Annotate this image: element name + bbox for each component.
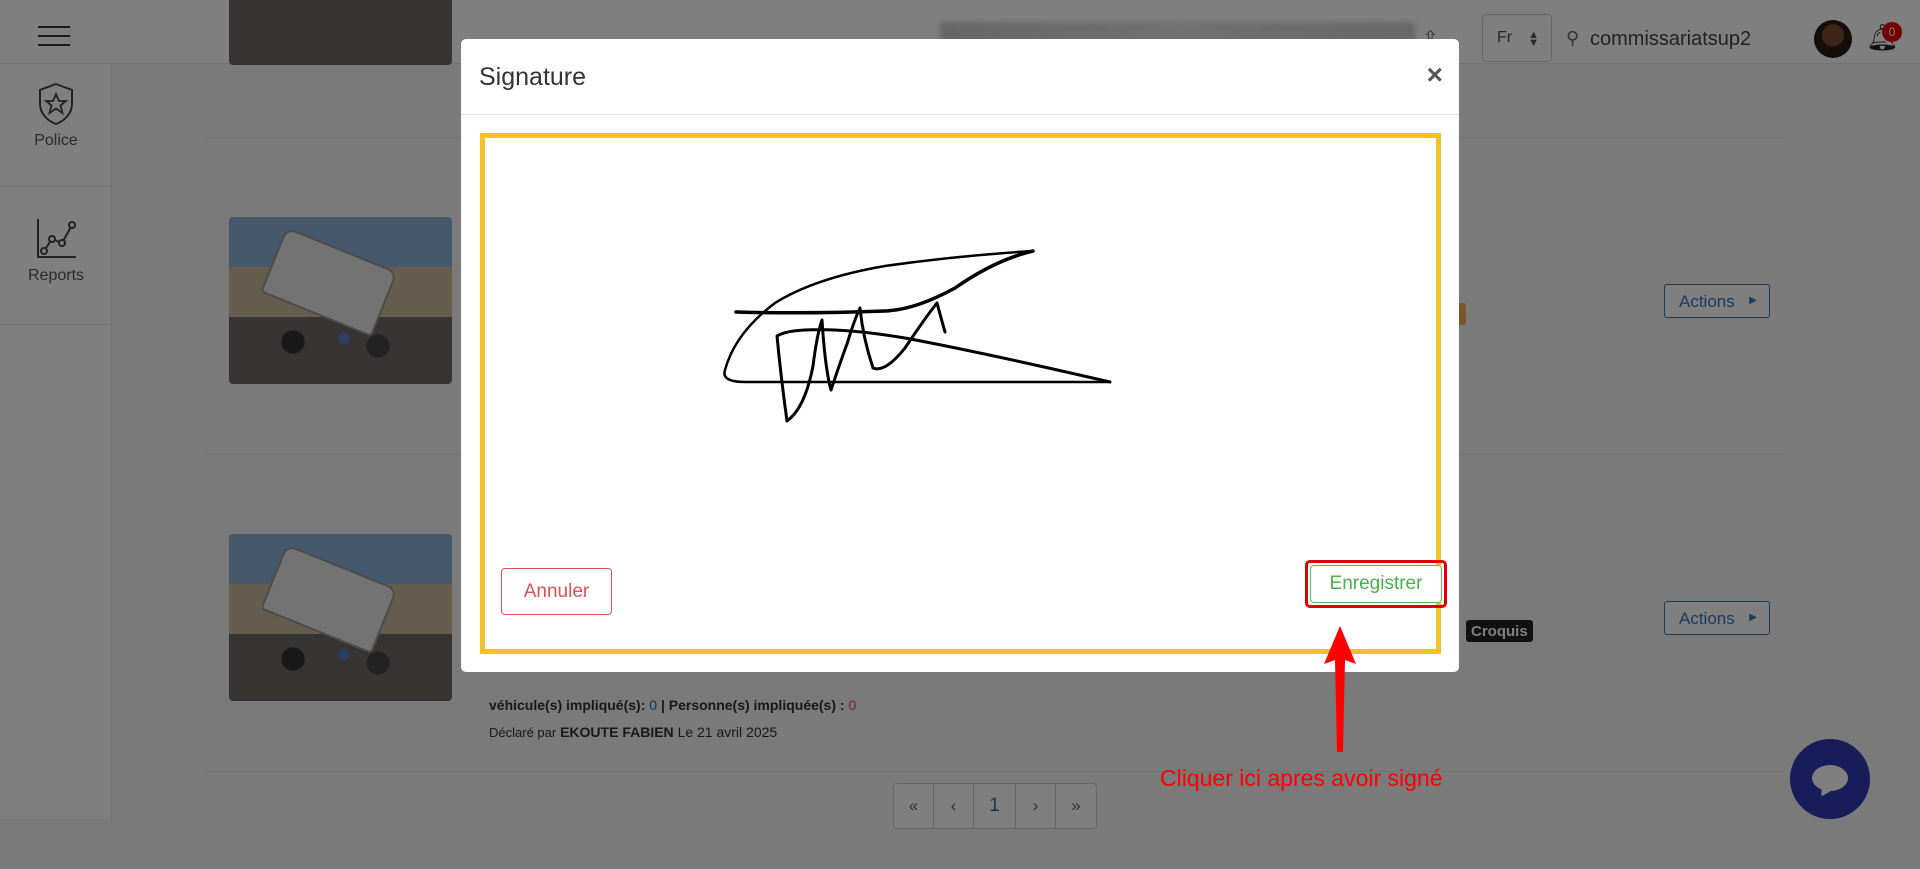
signature-canvas[interactable] bbox=[485, 138, 1436, 649]
close-icon[interactable]: × bbox=[1427, 59, 1443, 91]
annotation-arrow bbox=[1324, 626, 1356, 752]
modal-title: Signature bbox=[479, 63, 587, 91]
save-button[interactable]: Enregistrer bbox=[1310, 565, 1442, 603]
signature-modal: Signature × Annuler Enregistrer bbox=[461, 39, 1459, 672]
annotation-text: Cliquer ici apres avoir signé bbox=[1160, 765, 1443, 791]
cancel-button[interactable]: Annuler bbox=[501, 568, 612, 615]
modal-header: Signature × bbox=[461, 39, 1459, 115]
signature-frame: Annuler Enregistrer bbox=[480, 133, 1447, 654]
